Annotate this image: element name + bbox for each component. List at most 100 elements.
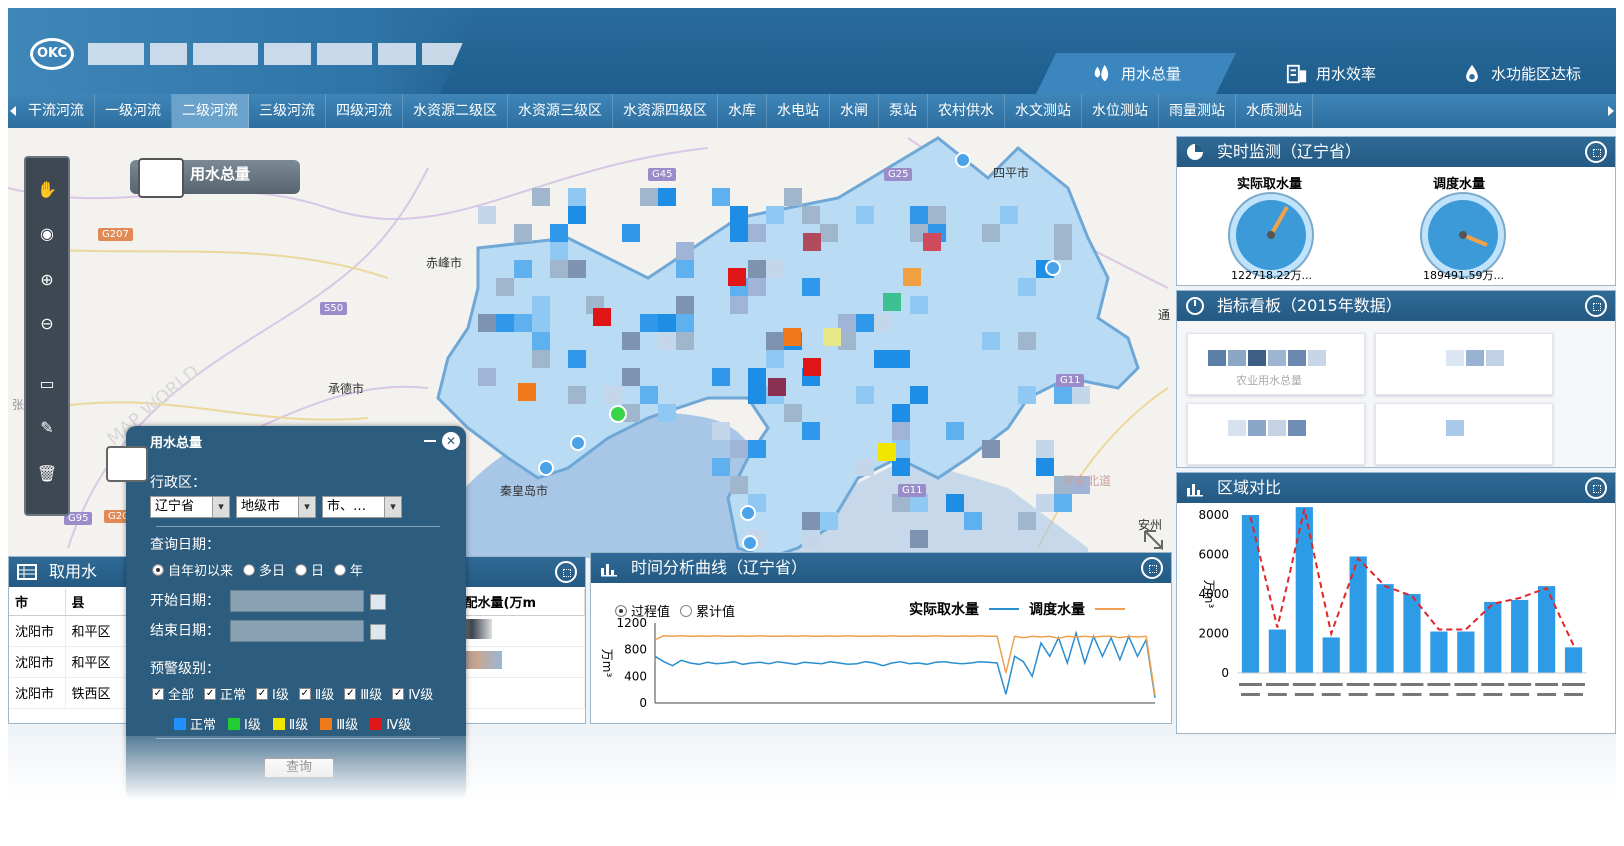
- layer-item[interactable]: 水库: [718, 94, 767, 128]
- measure-icon[interactable]: ▭: [26, 370, 68, 398]
- pan-hand-icon[interactable]: ✋: [26, 176, 68, 204]
- kpi-card[interactable]: [1187, 403, 1365, 465]
- x-tick-label: [1456, 693, 1476, 696]
- eraser-icon[interactable]: ✎: [26, 414, 68, 442]
- delete-icon[interactable]: 🗑: [26, 460, 68, 488]
- map-layer-title[interactable]: 用水总量: [130, 158, 300, 198]
- panel-settings-icon[interactable]: [1585, 477, 1607, 499]
- checkbox-level-1[interactable]: ✓: [256, 687, 269, 700]
- layer-item[interactable]: 水电站: [767, 94, 830, 128]
- heat-cell: [622, 224, 640, 242]
- county-select[interactable]: 市、…: [322, 496, 402, 518]
- layer-item[interactable]: 雨量测站: [1159, 94, 1236, 128]
- bar[interactable]: [1268, 629, 1286, 673]
- panel-settings-icon[interactable]: [1141, 557, 1163, 579]
- column-header[interactable]: 市: [9, 589, 66, 616]
- bar[interactable]: [1484, 601, 1502, 673]
- calendar-icon[interactable]: [370, 624, 386, 640]
- layer-item[interactable]: 水资源四级区: [613, 94, 718, 128]
- x-tick-label: [1294, 693, 1314, 696]
- layer-item[interactable]: 三级河流: [249, 94, 326, 128]
- heat-cell: [910, 386, 928, 404]
- city-label: 承德市: [328, 382, 365, 396]
- bar[interactable]: [1511, 599, 1529, 673]
- zoom-out-icon[interactable]: ⊖: [26, 310, 68, 338]
- bar[interactable]: [1322, 637, 1340, 673]
- road-label: S50: [320, 302, 348, 315]
- close-icon[interactable]: ✕: [442, 432, 460, 450]
- heat-cell: [568, 350, 586, 368]
- kpi-card[interactable]: 农业用水总量: [1187, 333, 1365, 395]
- layer-item[interactable]: 水位测站: [1082, 94, 1159, 128]
- bar[interactable]: [1376, 584, 1394, 673]
- radio-since-year-start[interactable]: [152, 563, 164, 576]
- road-label: G11: [1056, 374, 1085, 387]
- heat-cell: [514, 314, 532, 332]
- expand-arrow-icon[interactable]: [1142, 528, 1166, 552]
- layer-item[interactable]: 水质测站: [1236, 94, 1313, 128]
- layer-item[interactable]: 农村供水: [928, 94, 1005, 128]
- checkbox-normal[interactable]: ✓: [204, 687, 217, 700]
- kpi-card[interactable]: [1375, 403, 1553, 465]
- bar[interactable]: [1457, 631, 1475, 673]
- y-tick-label: 6000: [1198, 548, 1229, 562]
- heat-cell: [856, 314, 874, 332]
- radio-year[interactable]: [334, 563, 347, 576]
- gauge-dispatch: [1420, 192, 1506, 278]
- city-label: 秦皇岛市: [500, 484, 549, 498]
- layer-item[interactable]: 水资源三级区: [508, 94, 613, 128]
- kpi-card[interactable]: [1375, 333, 1553, 395]
- checkbox-level-3[interactable]: ✓: [344, 687, 357, 700]
- scroll-right-icon[interactable]: [1608, 106, 1614, 116]
- end-date-input[interactable]: [230, 620, 364, 642]
- scroll-left-icon[interactable]: [10, 106, 16, 116]
- panel-settings-icon[interactable]: [1585, 141, 1607, 163]
- layer-item[interactable]: 四级河流: [326, 94, 403, 128]
- bar[interactable]: [1564, 647, 1583, 673]
- legend-swatch: [370, 717, 383, 730]
- heat-cell: [676, 314, 694, 332]
- radio-day[interactable]: [295, 563, 308, 576]
- bar[interactable]: [1403, 594, 1421, 673]
- time-series-chart: 0 400 800 1200 万m³: [600, 616, 1156, 710]
- heat-cell: [728, 268, 746, 286]
- heat-cell: [676, 242, 694, 260]
- checkbox-level-2[interactable]: ✓: [298, 687, 311, 700]
- tab-water-function-zone[interactable]: 水功能区达标: [1426, 53, 1616, 94]
- kpi-panel: 指标看板（2015年数据） 农业用水总量: [1176, 290, 1616, 468]
- panel-title: 取用水: [49, 562, 98, 581]
- tab-water-efficiency[interactable]: 用水效率: [1236, 53, 1426, 94]
- heat-cell: [532, 350, 550, 368]
- minimize-icon[interactable]: [424, 432, 436, 442]
- layer-item[interactable]: 水文测站: [1005, 94, 1082, 128]
- kpi-label: 农业用水总量: [1236, 374, 1302, 387]
- heat-cell: [784, 188, 802, 206]
- end-date-label: 结束日期：: [150, 623, 220, 639]
- heat-cell: [874, 314, 892, 332]
- layer-item[interactable]: 干流河流: [18, 94, 95, 128]
- checkbox-all[interactable]: ✓: [152, 687, 164, 700]
- table-icon: [17, 564, 37, 580]
- checkbox-level-4[interactable]: ✓: [392, 687, 405, 700]
- layer-item[interactable]: 水闸: [830, 94, 879, 128]
- globe-icon[interactable]: ◉: [26, 220, 68, 248]
- water-drop-icon: [1466, 64, 1478, 82]
- calendar-icon[interactable]: [370, 594, 386, 610]
- x-tick-label: [1535, 683, 1559, 686]
- city-select[interactable]: 地级市: [236, 496, 316, 518]
- bar[interactable]: [1430, 631, 1448, 673]
- layer-item[interactable]: 泵站: [879, 94, 928, 128]
- panel-settings-icon[interactable]: [1585, 295, 1607, 317]
- region-compare-panel: 区域对比 0 2000 4000 6000 8000 万m³: [1176, 472, 1616, 734]
- start-date-input[interactable]: [230, 590, 364, 612]
- province-select[interactable]: 辽宁省: [150, 496, 230, 518]
- heat-cell: [892, 350, 910, 368]
- layer-item[interactable]: 一级河流: [95, 94, 172, 128]
- layer-item[interactable]: 水资源二级区: [403, 94, 508, 128]
- radio-multi-day[interactable]: [243, 563, 256, 576]
- zoom-in-icon[interactable]: ⊕: [26, 266, 68, 294]
- layer-item[interactable]: 二级河流: [172, 94, 249, 128]
- app-window: OKC 用水总量 用水效率 水功能区达标 干流河流 一级河流 二级河流 三级河流 四级河…: [8, 8, 1616, 828]
- tab-water-total[interactable]: 用水总量: [1036, 53, 1236, 94]
- panel-settings-icon[interactable]: [555, 561, 577, 583]
